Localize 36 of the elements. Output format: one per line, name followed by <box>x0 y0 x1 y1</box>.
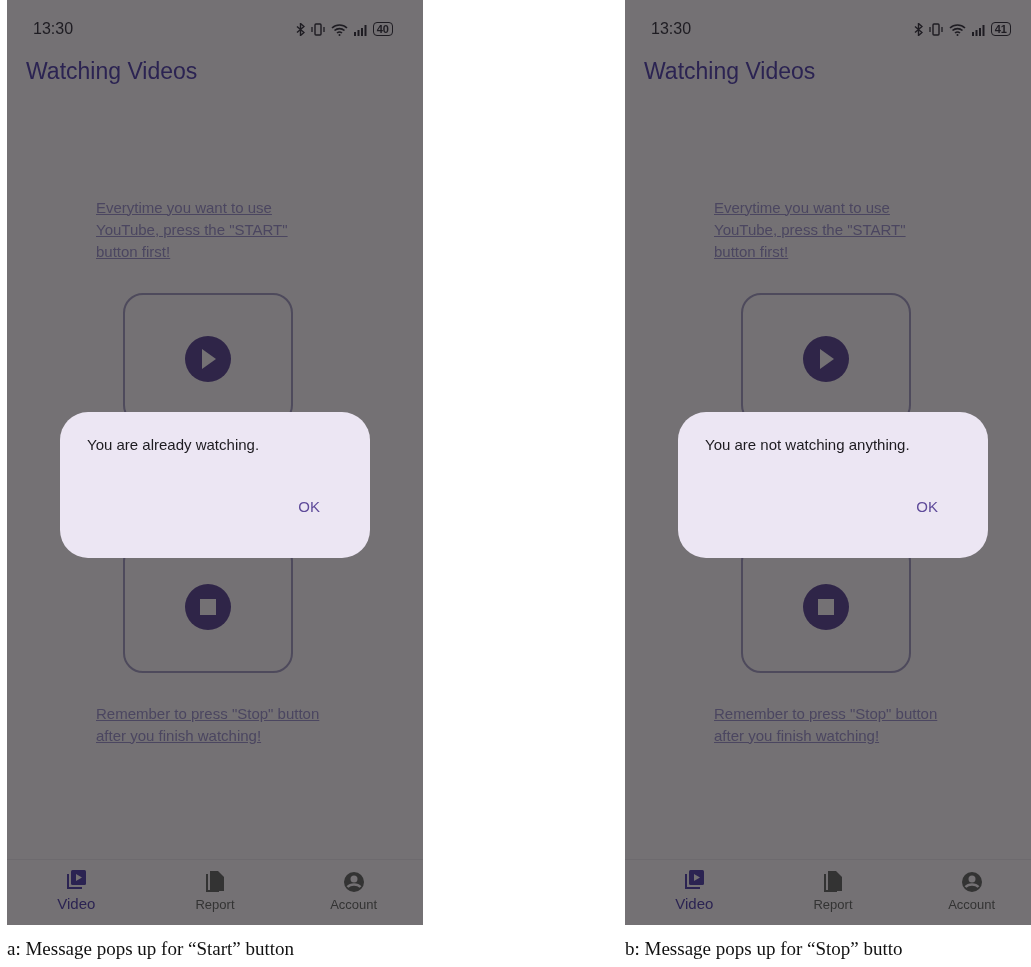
vibrate-icon <box>309 22 326 36</box>
status-time: 13:30 <box>651 19 692 39</box>
figure-caption: a: Message pops up for “Start” button <box>7 937 296 961</box>
account-circle-icon <box>342 870 365 893</box>
status-time: 13:30 <box>33 19 74 39</box>
account-circle-icon <box>960 870 983 893</box>
stop-icon <box>803 583 849 630</box>
figure-caption: b: Message pops up for “Stop” butto <box>625 937 904 961</box>
dialog-message: You are not watching anything. <box>705 435 911 455</box>
bluetooth-icon <box>913 22 923 36</box>
wifi-icon <box>330 22 348 36</box>
battery-level: 40 <box>372 22 393 36</box>
nav-tab[interactable]: Account <box>284 860 423 925</box>
document-icon <box>205 870 225 893</box>
nav-tab[interactable]: Account <box>902 860 1031 925</box>
nav-tab[interactable]: Video <box>7 860 146 925</box>
nav-tab[interactable]: Video <box>625 860 764 925</box>
stop-icon <box>185 583 231 630</box>
wifi-icon <box>948 22 966 36</box>
nav-tab[interactable]: Report <box>763 860 903 925</box>
page-title: Watching Videos <box>644 57 817 86</box>
nav-tab[interactable]: Report <box>145 860 285 925</box>
video-library-icon <box>65 869 88 892</box>
vibrate-icon <box>927 22 944 36</box>
document-icon <box>823 870 843 893</box>
bluetooth-icon <box>295 22 305 36</box>
play-icon <box>185 335 231 382</box>
page-title: Watching Videos <box>26 57 199 86</box>
ok-button[interactable]: OK <box>912 494 942 521</box>
signal-icon <box>970 22 986 36</box>
ok-button[interactable]: OK <box>294 494 324 521</box>
dialog-message: You are already watching. <box>87 435 261 455</box>
play-icon <box>803 335 849 382</box>
signal-icon <box>352 22 368 36</box>
battery-level: 41 <box>990 22 1011 36</box>
video-library-icon <box>683 869 706 892</box>
